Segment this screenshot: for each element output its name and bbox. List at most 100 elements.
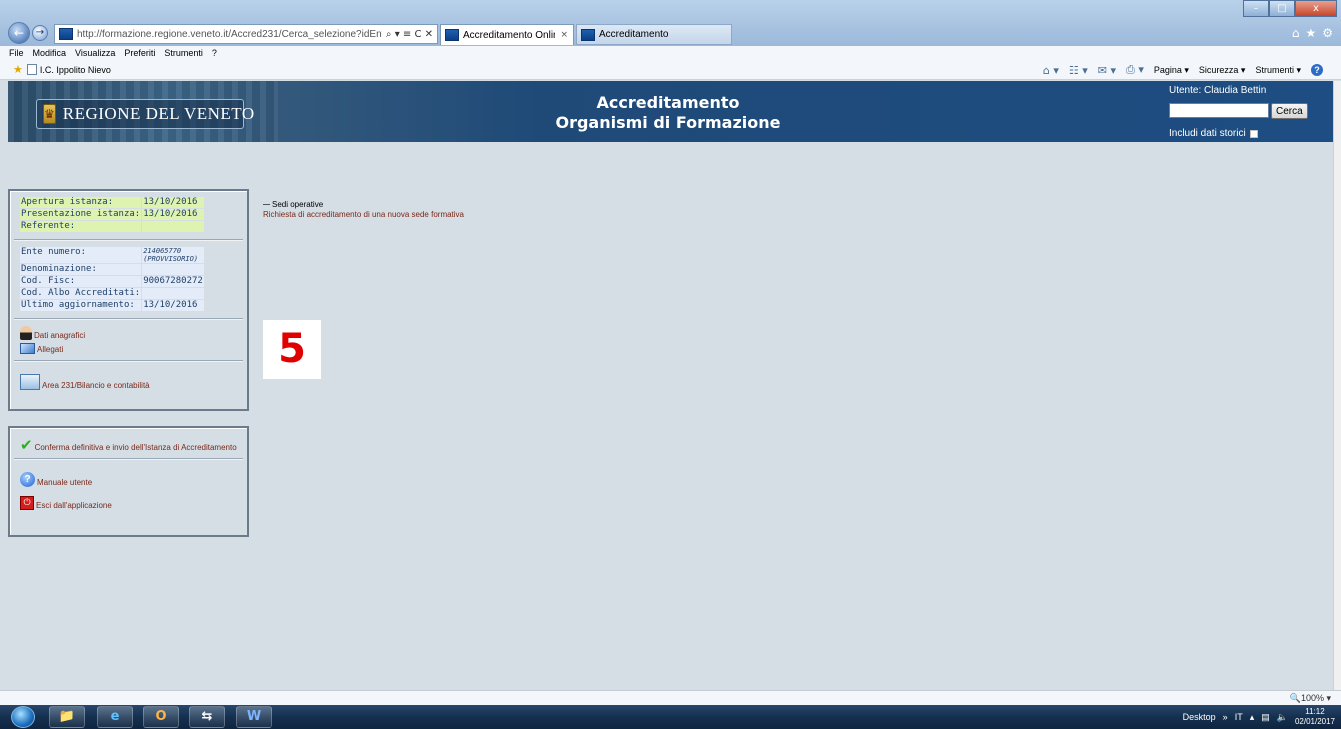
address-url[interactable]: http://formazione.regione.veneto.it/Accr… — [77, 29, 382, 40]
field-value: 214065770 (PROVVISORIO) — [141, 247, 204, 264]
word-icon[interactable]: W — [236, 706, 272, 728]
field-label: Apertura istanza: — [20, 197, 142, 209]
menu-item-file[interactable]: File — [9, 48, 24, 58]
mail-icon[interactable]: ✉ ▾ — [1098, 64, 1116, 77]
checkmark-icon: ✔ — [20, 436, 33, 454]
tray-expand-icon[interactable]: ▴ — [1250, 712, 1255, 723]
close-icon[interactable]: x — [1295, 0, 1337, 17]
menu-bar: File Modifica Visualizza Preferiti Strum… — [0, 46, 1341, 60]
user-box: Utente: Claudia Bettin Cerca Includi dat… — [1169, 85, 1329, 139]
tab-accreditamento[interactable]: Accreditamento — [576, 24, 732, 45]
tray-desktop-label[interactable]: Desktop — [1183, 712, 1216, 722]
tab-close-icon[interactable]: × — [555, 30, 573, 40]
search-button[interactable]: Cerca — [1271, 103, 1308, 119]
volume-icon[interactable]: 🔈 — [1277, 712, 1288, 723]
status-bar: 🔍100% ▾ — [0, 690, 1341, 705]
table-row: Ente numero: 214065770 (PROVVISORIO) — [20, 247, 204, 264]
ente-table: Ente numero: 214065770 (PROVVISORIO) Den… — [20, 247, 204, 312]
manuale-link[interactable]: ? Manuale utente — [20, 472, 243, 487]
nuova-sede-link[interactable]: Richiesta di accreditamento di una nuova… — [263, 210, 464, 219]
actions-panel: ✔ Conferma definitiva e invio dell'Istan… — [8, 426, 249, 537]
menu-item-visualizza[interactable]: Visualizza — [75, 48, 115, 58]
area231-link[interactable]: Area 231/Bilancio e contabilità — [20, 374, 243, 390]
address-bar[interactable]: http://formazione.regione.veneto.it/Accr… — [54, 24, 438, 44]
menu-item-modifica[interactable]: Modifica — [33, 48, 67, 58]
person-icon — [20, 326, 32, 340]
tab-accreditamento-online[interactable]: Accreditamento Online × — [440, 24, 574, 45]
gear-icon[interactable]: ⚙ — [1322, 26, 1333, 40]
storici-label: Includi dati storici — [1169, 128, 1246, 139]
step-number-badge: 5 — [263, 320, 321, 379]
divider — [14, 318, 243, 320]
link-label: Dati anagrafici — [34, 331, 86, 340]
network-app-icon[interactable]: ⇆ — [189, 706, 225, 728]
office-app-icon[interactable]: O — [143, 706, 179, 728]
page-scrollbar[interactable] — [1333, 81, 1341, 690]
tab-favicon-icon — [581, 28, 595, 41]
dati-anagrafici-link[interactable]: Dati anagrafici — [20, 326, 243, 340]
favorite-link[interactable]: I.C. Ippolito Nievo — [26, 64, 111, 75]
monitor-chart-icon — [20, 374, 40, 390]
field-value — [141, 263, 204, 276]
home-icon[interactable]: ⌂ — [1292, 26, 1300, 40]
divider — [14, 360, 243, 362]
zoom-level[interactable]: 🔍100% ▾ — [1290, 693, 1331, 704]
sedi-tree: Sedi operative Richiesta di accreditamen… — [263, 200, 464, 219]
lion-emblem-icon: ♛ — [43, 104, 56, 124]
storici-row: Includi dati storici — [1169, 128, 1329, 139]
field-label: Presentazione istanza: — [20, 208, 142, 221]
favorites-star-icon[interactable]: ★ — [13, 63, 23, 76]
internet-explorer-icon[interactable]: e — [97, 706, 133, 728]
tray-chevron-icon[interactable]: » — [1223, 712, 1228, 722]
command-pagina[interactable]: Pagina ▾ — [1154, 65, 1189, 76]
browser-toolbar-icons: ⌂ ★ ⚙ — [1292, 26, 1333, 40]
menu-item-preferiti[interactable]: Preferiti — [124, 48, 155, 58]
menu-item-help[interactable]: ? — [212, 48, 217, 58]
forward-arrow-icon[interactable]: → — [32, 25, 48, 41]
page-title: Accreditamento Organismi di Formazione — [488, 93, 848, 133]
network-icon[interactable]: ▤ — [1261, 712, 1270, 723]
link-label: Area 231/Bilancio e contabilità — [42, 381, 150, 390]
regione-veneto-logo[interactable]: ♛ REGIONE DEL VENETO — [36, 99, 254, 129]
table-row: Denominazione: — [20, 263, 204, 276]
field-label: Referente: — [20, 220, 142, 233]
esci-link[interactable]: ⏻ Esci dall'applicazione — [20, 496, 243, 510]
field-value: 90067280272 — [141, 275, 204, 288]
tree-heading[interactable]: Sedi operative — [263, 200, 464, 209]
tree-heading-label: Sedi operative — [272, 200, 324, 209]
conferma-link[interactable]: ✔ Conferma definitiva e invio dell'Istan… — [20, 436, 243, 454]
tree-branch-line — [263, 204, 270, 205]
link-label: Allegati — [37, 345, 64, 354]
maximize-icon[interactable]: □ — [1269, 0, 1295, 17]
allegati-link[interactable]: Allegati — [20, 343, 243, 354]
field-label: Ultimo aggiornamento: — [20, 299, 142, 312]
tray-clock[interactable]: 11:12 02/01/2017 — [1295, 707, 1335, 727]
search-row: Cerca — [1169, 103, 1329, 119]
help-icon: ? — [20, 472, 35, 487]
menu-item-strumenti[interactable]: Strumenti — [164, 48, 203, 58]
favorite-label: I.C. Ippolito Nievo — [39, 64, 111, 75]
home-icon[interactable]: ⌂ ▾ — [1043, 64, 1059, 77]
help-icon[interactable]: ? — [1311, 64, 1323, 76]
table-row: Cod. Fisc: 90067280272 — [20, 275, 204, 288]
istanza-table: Apertura istanza: 13/10/2016 Presentazio… — [20, 197, 204, 233]
feeds-icon[interactable]: ☷ ▾ — [1069, 64, 1088, 77]
table-row: Cod. Albo Accreditati: — [20, 287, 204, 300]
explorer-folder-icon[interactable]: 📁 — [49, 706, 85, 728]
address-tools-icons[interactable]: ⌕ ▾ ≡ C ✕ — [382, 29, 437, 40]
field-label: Ente numero: — [20, 247, 142, 264]
minimize-icon[interactable]: – — [1243, 0, 1269, 17]
system-tray: Desktop » IT ▴ ▤ 🔈 11:12 02/01/2017 — [1183, 707, 1335, 727]
favorites-star-icon[interactable]: ★ — [1305, 26, 1316, 40]
print-icon[interactable]: ⎙ ▾ — [1126, 63, 1144, 77]
command-sicurezza[interactable]: Sicurezza ▾ — [1199, 65, 1246, 76]
tray-language[interactable]: IT — [1235, 712, 1243, 722]
command-strumenti[interactable]: Strumenti ▾ — [1255, 65, 1301, 76]
folder-icon — [20, 343, 35, 354]
back-arrow-icon[interactable]: ← — [8, 22, 30, 44]
power-exit-icon: ⏻ — [20, 496, 34, 510]
start-button-icon[interactable] — [11, 706, 35, 728]
divider — [14, 458, 243, 460]
search-input[interactable] — [1169, 103, 1269, 118]
storici-checkbox[interactable] — [1249, 129, 1258, 138]
